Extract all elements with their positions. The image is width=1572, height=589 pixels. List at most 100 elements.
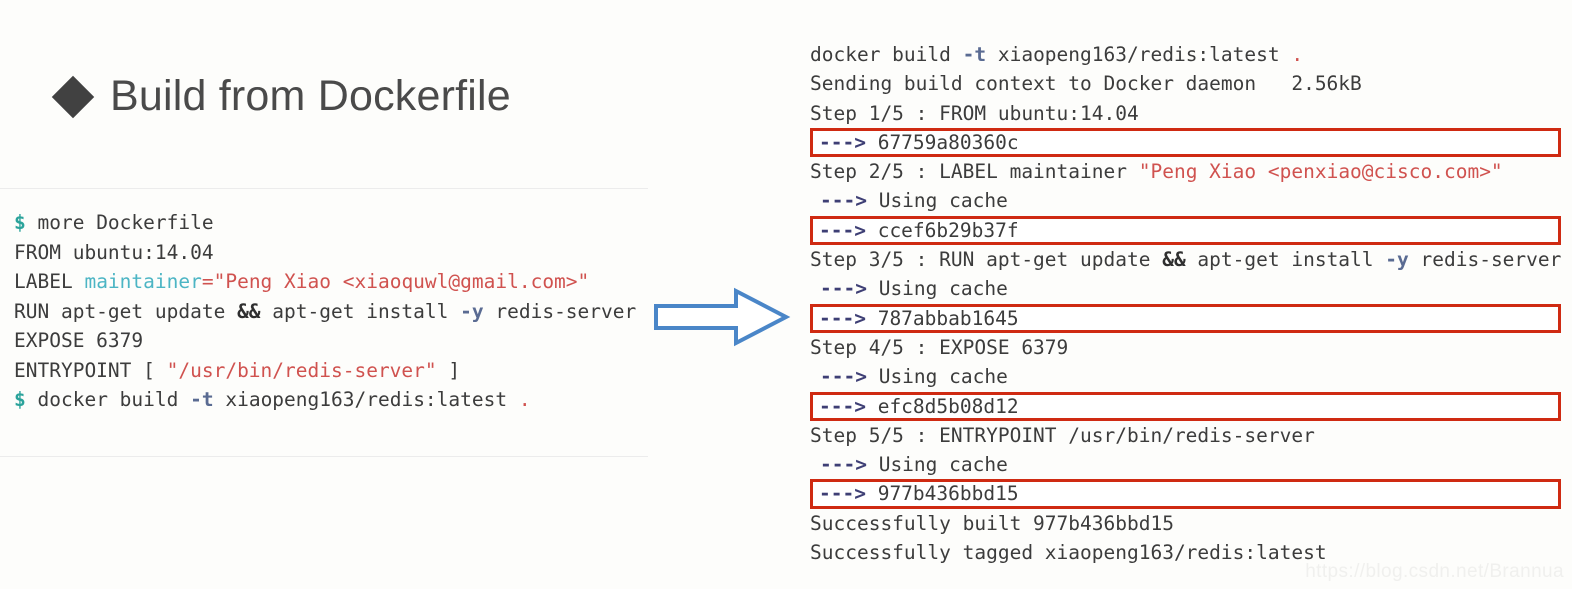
out-cache-4-row: ---> Using cache — [810, 362, 1561, 391]
cmd-docker-build: $ docker build -t xiaopeng163/redis:late… — [14, 385, 636, 415]
out-id-5-row: ---> 977b436bbd15 — [810, 479, 1562, 509]
out-step-5-row: Step 5/5 : ENTRYPOINT /usr/bin/redis-ser… — [810, 421, 1561, 450]
out-cache-5-row: ---> Using cache — [810, 450, 1561, 479]
code-token: -t — [190, 388, 214, 411]
expose-line: EXPOSE 6379 — [14, 326, 636, 356]
code-token: $ — [14, 211, 26, 234]
code-token: Step 5/5 : ENTRYPOINT /usr/bin/redis-ser… — [810, 423, 1315, 447]
code-token: ---> — [820, 365, 879, 389]
code-token: 787abbab1645 — [877, 306, 1019, 330]
code-token: Using cache — [878, 365, 1008, 389]
dockerfile-panel: Build from Dockerfile $ more Dockerfile F… — [0, 0, 650, 589]
code-token: redis-server — [483, 299, 637, 323]
code-token: ="Peng Xiao <xiaoquwl@gmail.com>" — [201, 270, 590, 293]
out-step-1-row: Step 1/5 : FROM ubuntu:14.04 — [810, 99, 1561, 128]
code-token: Successfully tagged xiaopeng163/redis:la… — [810, 541, 1327, 565]
code-token: 67759a80360c — [877, 130, 1019, 154]
code-token: $ — [14, 388, 26, 411]
out-step-2-row: Step 2/5 : LABEL maintainer "Peng Xiao <… — [810, 157, 1561, 186]
flow-arrow-right-icon — [652, 286, 792, 348]
out-id-2: ---> ccef6b29b37f — [810, 215, 1562, 246]
code-token: Using cache — [878, 189, 1008, 213]
out-step-3: Step 3/5 : RUN apt-get update && apt-get… — [810, 248, 1561, 271]
page-title: Build from Dockerfile — [51, 72, 511, 121]
code-token: Step 3/5 : RUN apt-get update — [810, 248, 1163, 272]
out-id-4: ---> efc8d5b08d12 — [810, 391, 1562, 421]
out-cmd-row: docker build -t xiaopeng163/redis:latest… — [810, 40, 1561, 69]
out-cmd: docker build -t xiaopeng163/redis:latest… — [810, 43, 1303, 66]
code-token: -y — [460, 299, 484, 323]
out-sending-context: Sending build context to Docker daemon 2… — [810, 72, 1362, 95]
code-token: EXPOSE 6379 — [14, 329, 144, 352]
code-token: ---> — [820, 277, 879, 301]
out-step-4-row: Step 4/5 : EXPOSE 6379 — [810, 333, 1561, 362]
code-token: "Peng Xiao <penxiao@cisco.com>" — [1138, 160, 1503, 184]
code-token: Successfully built 977b436bbd15 — [810, 511, 1174, 535]
code-token: xiaopeng163/redis:latest — [213, 388, 519, 411]
out-cache-5: ---> Using cache — [810, 453, 1008, 476]
out-cache-3: ---> Using cache — [810, 277, 1008, 300]
out-built: Successfully built 977b436bbd15 — [810, 512, 1174, 535]
code-token: Step 4/5 : EXPOSE 6379 — [810, 335, 1069, 359]
code-token: apt-get install — [1185, 248, 1386, 272]
code-token: ---> — [820, 189, 879, 213]
out-id-3-row: ---> 787abbab1645 — [810, 303, 1562, 333]
divider-bottom — [0, 456, 648, 457]
code-token: redis-server — [1408, 248, 1562, 272]
out-id-4-row: ---> efc8d5b08d12 — [810, 391, 1562, 421]
code-token: ---> — [819, 218, 878, 242]
run-line: RUN apt-get update && apt-get install -y… — [14, 297, 636, 327]
code-token: ---> — [819, 394, 878, 418]
code-token: "/usr/bin/redis-server" — [166, 358, 437, 382]
page-title-text: Build from Dockerfile — [110, 72, 511, 120]
code-token: . — [518, 388, 531, 411]
divider-top — [0, 188, 648, 189]
code-token: -t — [962, 43, 987, 66]
code-token: && — [1162, 248, 1186, 272]
out-step-2: Step 2/5 : LABEL maintainer "Peng Xiao <… — [810, 160, 1503, 183]
out-step-4: Step 4/5 : EXPOSE 6379 — [810, 336, 1068, 359]
out-cache-4: ---> Using cache — [810, 365, 1008, 388]
slide-canvas: Build from Dockerfile $ more Dockerfile F… — [0, 0, 1572, 589]
code-token: ---> — [820, 453, 879, 477]
cmd-more-dockerfile: $ more Dockerfile — [14, 208, 636, 238]
code-token: Step 2/5 : LABEL maintainer — [810, 160, 1139, 184]
code-token: Step 1/5 : FROM ubuntu:14.04 — [810, 101, 1139, 125]
code-token: -y — [1385, 248, 1409, 272]
out-id-2-row: ---> ccef6b29b37f — [810, 215, 1562, 246]
code-token: efc8d5b08d12 — [877, 394, 1019, 418]
build-output-panel: docker build -t xiaopeng163/redis:latest… — [810, 40, 1562, 567]
label-line: LABEL maintainer="Peng Xiao <xiaoquwl@gm… — [14, 267, 636, 297]
out-cache-2-row: ---> Using cache — [810, 186, 1561, 215]
code-token: ENTRYPOINT [ — [14, 358, 167, 382]
code-token: maintainer — [84, 270, 202, 293]
code-token: Using cache — [878, 453, 1008, 477]
out-built-row: Successfully built 977b436bbd15 — [810, 509, 1561, 538]
code-token: . — [1291, 43, 1304, 66]
watermark: https://blog.csdn.net/Brannua — [1305, 561, 1564, 582]
code-token: ---> — [819, 482, 878, 506]
out-sending-context-row: Sending build context to Docker daemon 2… — [810, 69, 1561, 98]
out-id-1-row: ---> 67759a80360c — [810, 127, 1562, 158]
code-token: FROM ubuntu:14.04 — [14, 240, 214, 264]
out-id-1: ---> 67759a80360c — [810, 127, 1562, 158]
from-line: FROM ubuntu:14.04 — [14, 238, 636, 268]
code-token: apt-get install — [260, 299, 461, 323]
out-cache-2: ---> Using cache — [810, 189, 1008, 212]
code-token: more Dockerfile — [25, 211, 214, 234]
code-token: ccef6b29b37f — [877, 218, 1019, 242]
out-tagged: Successfully tagged xiaopeng163/redis:la… — [810, 541, 1327, 564]
code-token: 977b436bbd15 — [877, 482, 1019, 506]
code-token: docker build — [25, 388, 191, 411]
diamond-bullet-icon — [51, 75, 95, 118]
out-id-3: ---> 787abbab1645 — [810, 303, 1562, 333]
out-cache-3-row: ---> Using cache — [810, 274, 1561, 303]
code-token: docker build — [810, 43, 963, 66]
code-token: ---> — [819, 306, 878, 330]
code-token: LABEL — [14, 270, 85, 293]
out-step-1: Step 1/5 : FROM ubuntu:14.04 — [810, 102, 1139, 125]
code-token: && — [237, 299, 261, 323]
code-token: ] — [436, 358, 461, 382]
out-step-5: Step 5/5 : ENTRYPOINT /usr/bin/redis-ser… — [810, 424, 1315, 447]
dockerfile-code-block: $ more Dockerfile FROM ubuntu:14.04 LABEL … — [14, 208, 636, 415]
